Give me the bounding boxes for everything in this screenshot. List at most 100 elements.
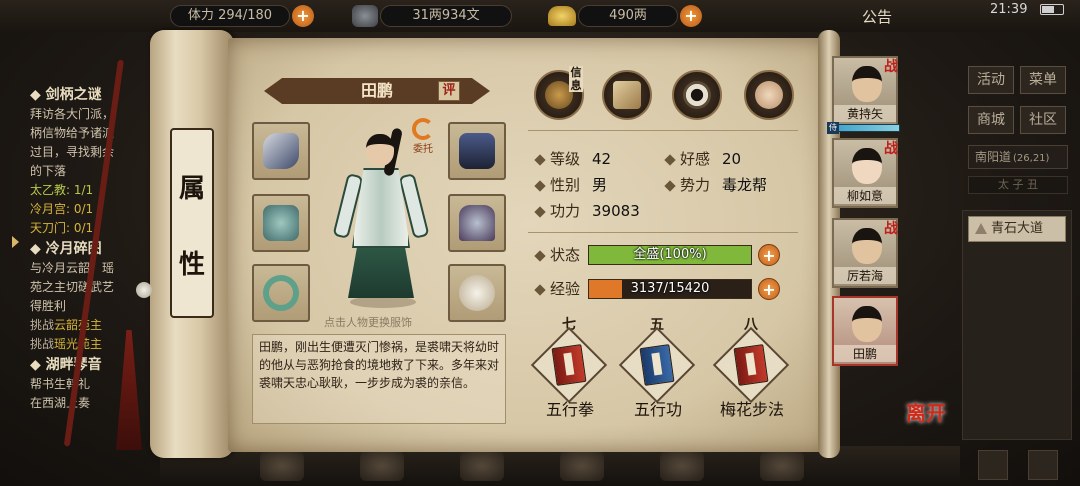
system-clock: 21:39 bbox=[990, 2, 1028, 17]
battle-badge: 战 bbox=[884, 141, 898, 157]
gold-display: 490两 bbox=[578, 5, 678, 27]
community-button[interactable]: 社区 bbox=[1020, 106, 1066, 134]
map-tab[interactable] bbox=[602, 70, 652, 120]
character-figure[interactable] bbox=[320, 124, 446, 314]
quest-challenge: 挑战云韶苑主 bbox=[30, 316, 155, 335]
belt-icon bbox=[459, 133, 495, 169]
favor-label: 好感 bbox=[680, 150, 711, 168]
info-label: 信息 bbox=[569, 66, 583, 92]
skill-slot[interactable]: 五 五行功 bbox=[618, 317, 698, 419]
bottom-toolbar bbox=[160, 446, 960, 486]
quest-progress-value: 0/1 bbox=[73, 202, 94, 216]
restore-status-button[interactable]: + bbox=[758, 244, 780, 266]
bottom-right-button[interactable] bbox=[978, 450, 1008, 480]
rate-button[interactable]: 评 bbox=[438, 81, 460, 101]
quest-progress-value: 0/1 bbox=[73, 221, 94, 235]
battle-badge: 战 bbox=[884, 221, 898, 237]
figure-robe bbox=[348, 242, 414, 298]
quest-title[interactable]: ◆ 湖畔琴音 bbox=[30, 356, 155, 375]
bagua-tab[interactable] bbox=[672, 70, 722, 120]
toolbar-slot-icon[interactable] bbox=[560, 451, 604, 481]
stamina-display: 体力 294/180 bbox=[170, 5, 290, 27]
quest-progress: 冷月宫: 0/1 bbox=[30, 200, 155, 219]
road-list-panel bbox=[962, 210, 1072, 440]
toolbar-slot-icon[interactable] bbox=[760, 451, 804, 481]
scroll-title-char: 性 bbox=[178, 250, 205, 280]
quest-challenge-prefix: 挑战 bbox=[30, 337, 55, 351]
add-stamina-button[interactable]: + bbox=[292, 5, 314, 27]
faction-value: 毒龙帮 bbox=[722, 176, 768, 194]
skill-book-icon bbox=[551, 344, 587, 386]
toolbar-slot-icon[interactable] bbox=[260, 451, 304, 481]
skill-book-icon bbox=[733, 344, 769, 386]
skill-name: 五行功 bbox=[633, 400, 682, 419]
portrait-avatar bbox=[852, 66, 882, 102]
power-stat: 功力 39083 bbox=[550, 200, 640, 221]
skill-slot[interactable]: 八 梅花步法 bbox=[712, 317, 792, 419]
hp-strip-tag: 侍 bbox=[827, 122, 839, 134]
road-button[interactable]: 青石大道 bbox=[968, 216, 1066, 242]
exp-label: 经验 bbox=[550, 280, 581, 298]
armor-slot[interactable] bbox=[448, 194, 506, 252]
favor-stat: 好感 20 bbox=[680, 148, 741, 169]
party-member-name: 黄持矢 bbox=[834, 105, 896, 122]
toolbar-slot-icon[interactable] bbox=[460, 451, 504, 481]
bracer-slot[interactable] bbox=[252, 122, 310, 180]
quest-desc-line: 的下落 bbox=[30, 164, 67, 178]
announcement-button[interactable]: 公告 bbox=[862, 6, 892, 27]
character-bio: 田鹏，刚出生便遭灭门惨祸，是裘啸天将幼时的他从与恶狗抢食的境地救了下来。多年来对… bbox=[252, 334, 506, 424]
belt-slot[interactable] bbox=[448, 122, 506, 180]
stamina-label: 体力 bbox=[187, 8, 214, 23]
level-value: 42 bbox=[592, 150, 612, 168]
add-exp-button[interactable]: + bbox=[758, 278, 780, 300]
gender-stat: 性别男 bbox=[550, 174, 607, 195]
road-marker-icon bbox=[975, 223, 987, 234]
pendant-slot[interactable] bbox=[448, 264, 506, 322]
location-panel[interactable]: 南阳道 (26,21) bbox=[968, 145, 1068, 169]
favor-value: 20 bbox=[722, 150, 742, 168]
meridian-icon bbox=[755, 81, 783, 109]
skill-slot[interactable]: 七 五行拳 bbox=[530, 317, 610, 419]
quest-challenge-name: 云韶苑主 bbox=[54, 318, 103, 332]
party-member-card-selected[interactable]: 田鹏 bbox=[832, 296, 898, 366]
bottom-right-button[interactable] bbox=[1028, 450, 1058, 480]
skill-name: 五行拳 bbox=[545, 400, 594, 419]
level-stat: 等级 42 bbox=[550, 148, 611, 169]
quest-desc-line: 过目，寻找剩余 bbox=[30, 145, 115, 159]
quest-progress-name: 冷月宫: bbox=[30, 202, 71, 216]
faction-stat: 势力 毒龙帮 bbox=[680, 174, 767, 195]
gold-ingot-icon bbox=[548, 6, 576, 26]
party-member-name: 田鹏 bbox=[834, 345, 896, 362]
exp-bar: 3137/15420 bbox=[588, 279, 752, 299]
toolbar-slot-icon[interactable] bbox=[360, 451, 404, 481]
location-name: 南阳道 bbox=[975, 150, 1012, 164]
party-member-name: 厉若海 bbox=[834, 267, 896, 284]
portrait-avatar bbox=[852, 148, 882, 184]
shop-button[interactable]: 商城 bbox=[968, 106, 1014, 134]
bagua-icon bbox=[683, 81, 711, 109]
add-gold-button[interactable]: + bbox=[680, 5, 702, 27]
quest-progress-name: 天刀门: bbox=[30, 221, 71, 235]
activity-button[interactable]: 活动 bbox=[968, 66, 1014, 94]
toolbar-slot-icon[interactable] bbox=[660, 451, 704, 481]
quest-challenge: 挑战瑶光苑主 bbox=[30, 335, 155, 354]
battery-icon bbox=[1040, 4, 1064, 15]
ring-icon bbox=[263, 275, 299, 311]
battle-badge: 战 bbox=[884, 59, 898, 75]
leave-button[interactable]: 离开 bbox=[904, 402, 948, 446]
menu-button[interactable]: 菜单 bbox=[1020, 66, 1066, 94]
power-value: 39083 bbox=[592, 202, 640, 220]
time-panel: 太 子 丑 bbox=[968, 176, 1068, 194]
status-label: 状态 bbox=[550, 246, 581, 264]
quest-title[interactable]: ◆ 剑柄之谜 bbox=[30, 86, 155, 105]
armor-icon bbox=[459, 205, 495, 241]
pendant-icon bbox=[459, 275, 495, 311]
meridian-tab[interactable] bbox=[744, 70, 794, 120]
divider bbox=[528, 130, 798, 131]
change-outfit-hint: 点击人物更换服饰 bbox=[324, 316, 412, 329]
quest-pointer-icon bbox=[12, 236, 19, 248]
chest-slot[interactable] bbox=[252, 194, 310, 252]
quest-desc-line: 柄信物给予诸派 bbox=[30, 126, 115, 140]
faction-label: 势力 bbox=[680, 176, 711, 194]
scroll-title: 属 性 bbox=[170, 128, 214, 318]
